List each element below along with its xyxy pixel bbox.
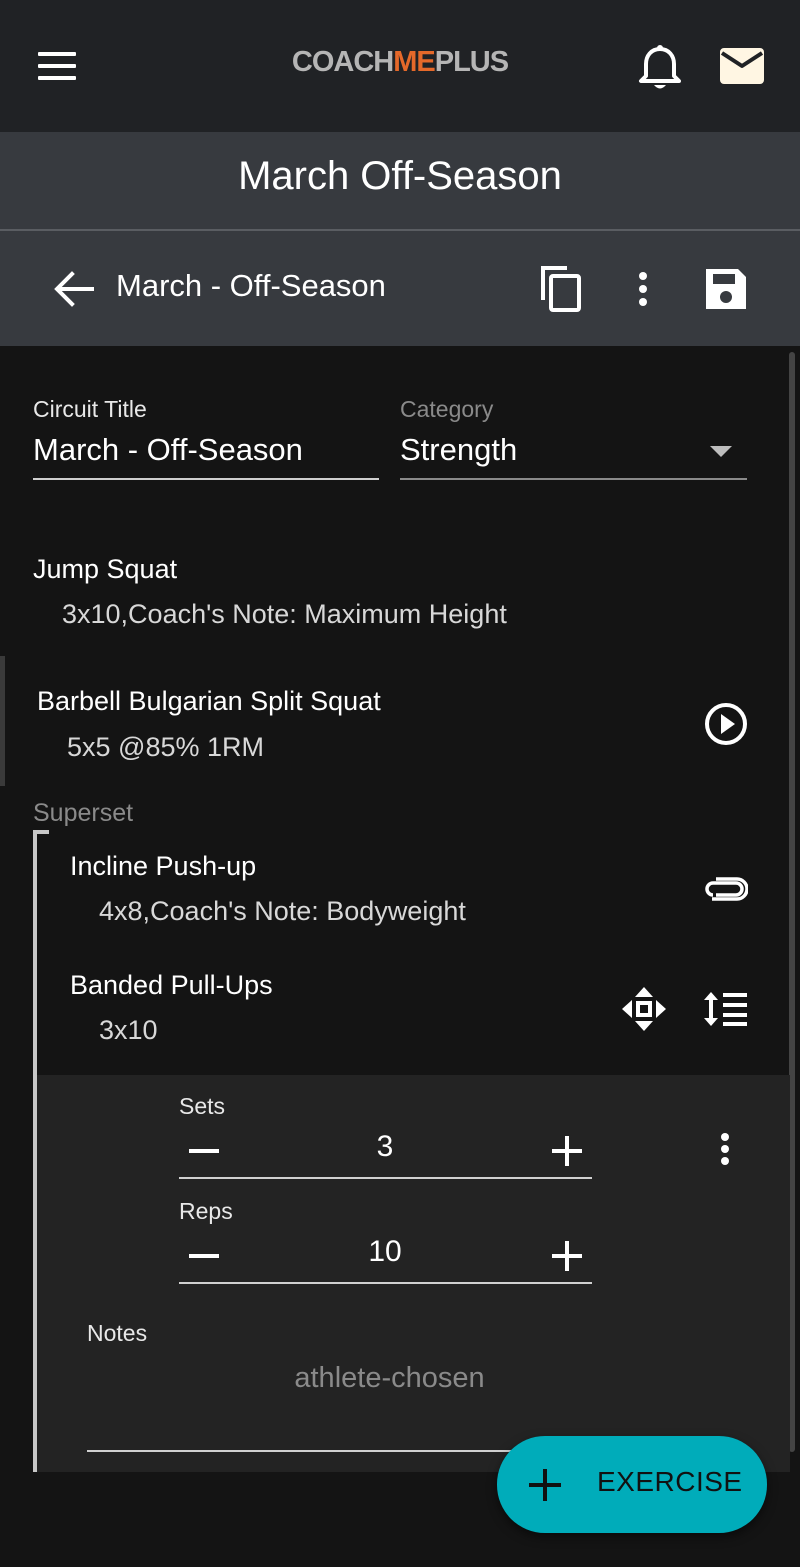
play-video-icon[interactable]: [704, 702, 748, 746]
more-options-icon[interactable]: [630, 266, 656, 312]
reps-increment-button[interactable]: [552, 1241, 582, 1271]
duplicate-icon[interactable]: [537, 264, 585, 314]
sets-decrement-button[interactable]: [189, 1149, 219, 1153]
reps-value[interactable]: 10: [355, 1235, 415, 1269]
exercise-editor-panel: [37, 1075, 790, 1472]
drag-move-icon[interactable]: [620, 985, 668, 1033]
add-exercise-button[interactable]: EXERCISE: [497, 1436, 767, 1533]
exercise-detail: 5x5 @85% 1RM: [67, 732, 264, 762]
superset-exercise-detail: 4x8,Coach's Note: Bodyweight: [99, 896, 466, 926]
sets-label: Sets: [179, 1093, 226, 1119]
notes-input[interactable]: athlete-chosen: [87, 1362, 692, 1395]
reps-decrement-button[interactable]: [189, 1254, 219, 1258]
plus-icon: [529, 1469, 561, 1501]
circuit-title-input[interactable]: March - Off-Season: [33, 432, 303, 468]
circuit-title-underline: [33, 478, 379, 480]
reps-label: Reps: [179, 1198, 233, 1224]
add-exercise-label: EXERCISE: [597, 1466, 743, 1497]
superset-bracket-top: [33, 830, 49, 834]
notes-label: Notes: [87, 1320, 148, 1346]
sets-underline: [179, 1177, 592, 1179]
reps-underline: [179, 1282, 592, 1284]
page-title-bar: March Off-Season: [0, 132, 800, 230]
exercise-detail: 3x10,Coach's Note: Maximum Height: [62, 599, 507, 629]
reorder-line-spacing-icon[interactable]: [703, 989, 749, 1029]
exercise-name[interactable]: Barbell Bulgarian Split Squat: [37, 686, 381, 717]
exercise-options-icon[interactable]: [712, 1128, 738, 1172]
notifications-bell-icon[interactable]: [638, 44, 682, 92]
circuit-title-label: Circuit Title: [33, 396, 147, 422]
sets-value[interactable]: 3: [360, 1130, 410, 1164]
superset-exercise-name[interactable]: Incline Push-up: [70, 851, 256, 882]
superset-exercise-detail: 3x10: [99, 1015, 158, 1045]
chevron-down-icon[interactable]: [710, 446, 732, 457]
page-title: March Off-Season: [238, 154, 562, 198]
superset-exercise-name[interactable]: Banded Pull-Ups: [70, 970, 273, 1001]
circuit-name: March - Off-Season: [116, 268, 386, 303]
superset-label: Superset: [33, 799, 134, 827]
drag-edge-indicator: [0, 656, 5, 786]
category-underline: [400, 478, 747, 480]
messages-mail-icon[interactable]: [718, 46, 766, 86]
exercise-name[interactable]: Jump Squat: [33, 554, 177, 585]
category-label: Category: [400, 396, 494, 422]
back-arrow-icon[interactable]: [52, 270, 96, 308]
category-select[interactable]: Strength: [400, 432, 517, 468]
save-icon[interactable]: [702, 265, 750, 313]
sets-increment-button[interactable]: [552, 1136, 582, 1166]
attachment-icon[interactable]: [702, 874, 748, 904]
